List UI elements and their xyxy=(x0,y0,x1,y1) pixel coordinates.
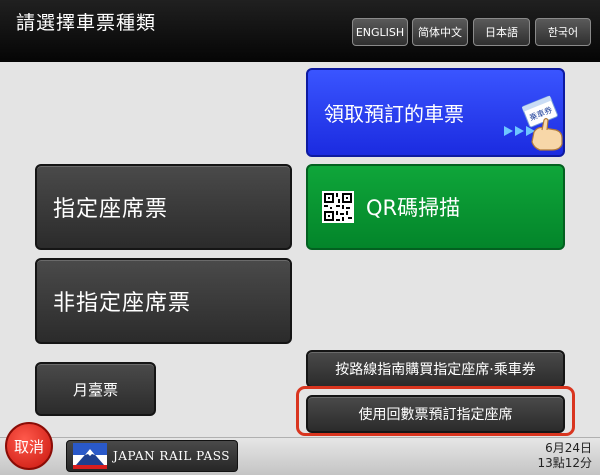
ticket-menu: 領取預訂的車票 乗車券 QR碼掃描 指定座席票 非指定座席票 月臺票 按路線指南… xyxy=(0,62,600,437)
current-time: 13點12分 xyxy=(537,456,592,470)
date-time-display: 6月24日 13點12分 xyxy=(537,441,592,471)
qr-scan-button[interactable]: QR碼掃描 xyxy=(306,164,565,250)
pickup-reserved-ticket-button[interactable]: 領取預訂的車票 乗車券 xyxy=(306,68,565,157)
qr-scan-label: QR碼掃描 xyxy=(366,196,461,220)
page-title: 請選擇車票種類 xyxy=(16,12,157,34)
ticket-hand-icon: 乗車券 xyxy=(504,95,563,151)
cancel-button[interactable]: 取消 xyxy=(5,422,53,470)
route-guide-purchase-button[interactable]: 按路線指南購買指定座席·乘車券 xyxy=(306,350,565,388)
japan-rail-pass-button[interactable]: JAPAN RAIL PASS xyxy=(66,440,238,472)
header-bar: 請選擇車票種類 ENGLISH 简体中文 日本語 한국어 xyxy=(0,0,600,62)
language-simplified-chinese-button[interactable]: 简体中文 xyxy=(412,18,468,46)
coupon-reserve-seat-button[interactable]: 使用回數票預訂指定座席 xyxy=(306,395,565,433)
mount-fuji-icon xyxy=(73,443,107,469)
current-date: 6月24日 xyxy=(545,441,592,455)
japan-rail-pass-label: JAPAN RAIL PASS xyxy=(113,449,231,463)
platform-ticket-button[interactable]: 月臺票 xyxy=(35,362,156,416)
non-reserved-seat-ticket-button[interactable]: 非指定座席票 xyxy=(35,258,292,344)
language-korean-button[interactable]: 한국어 xyxy=(535,18,591,46)
language-english-button[interactable]: ENGLISH xyxy=(352,18,408,46)
language-japanese-button[interactable]: 日本語 xyxy=(473,18,530,46)
qr-code-icon xyxy=(322,191,354,223)
pickup-reserved-label: 領取預訂的車票 xyxy=(324,102,464,126)
reserved-seat-ticket-button[interactable]: 指定座席票 xyxy=(35,164,292,250)
